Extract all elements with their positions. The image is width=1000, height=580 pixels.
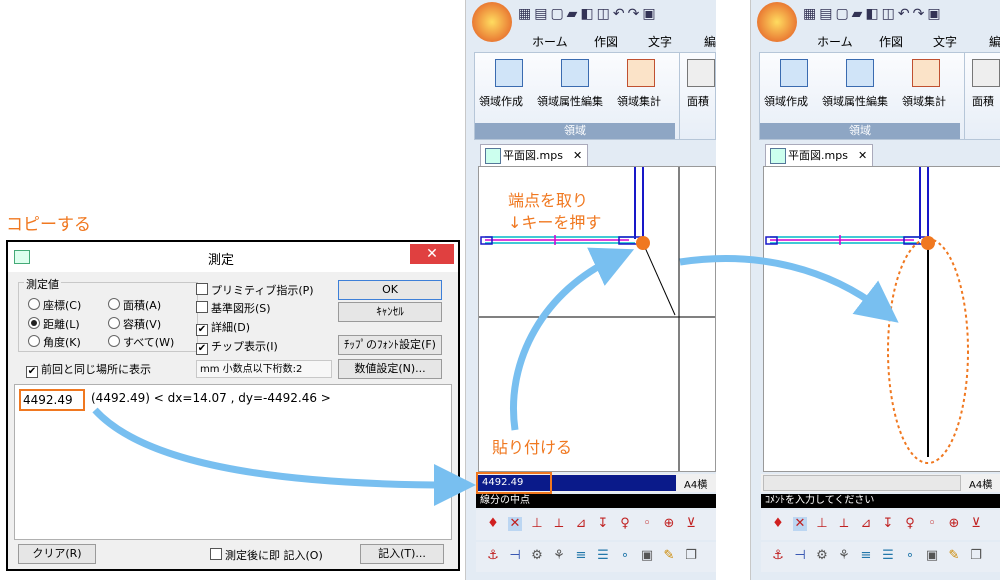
- before-to-after-arrow: [679, 255, 899, 323]
- paste-to-point-arrow: [510, 247, 635, 431]
- copy-to-paste-arrow: [92, 407, 476, 506]
- flow-arrows: [92, 247, 899, 506]
